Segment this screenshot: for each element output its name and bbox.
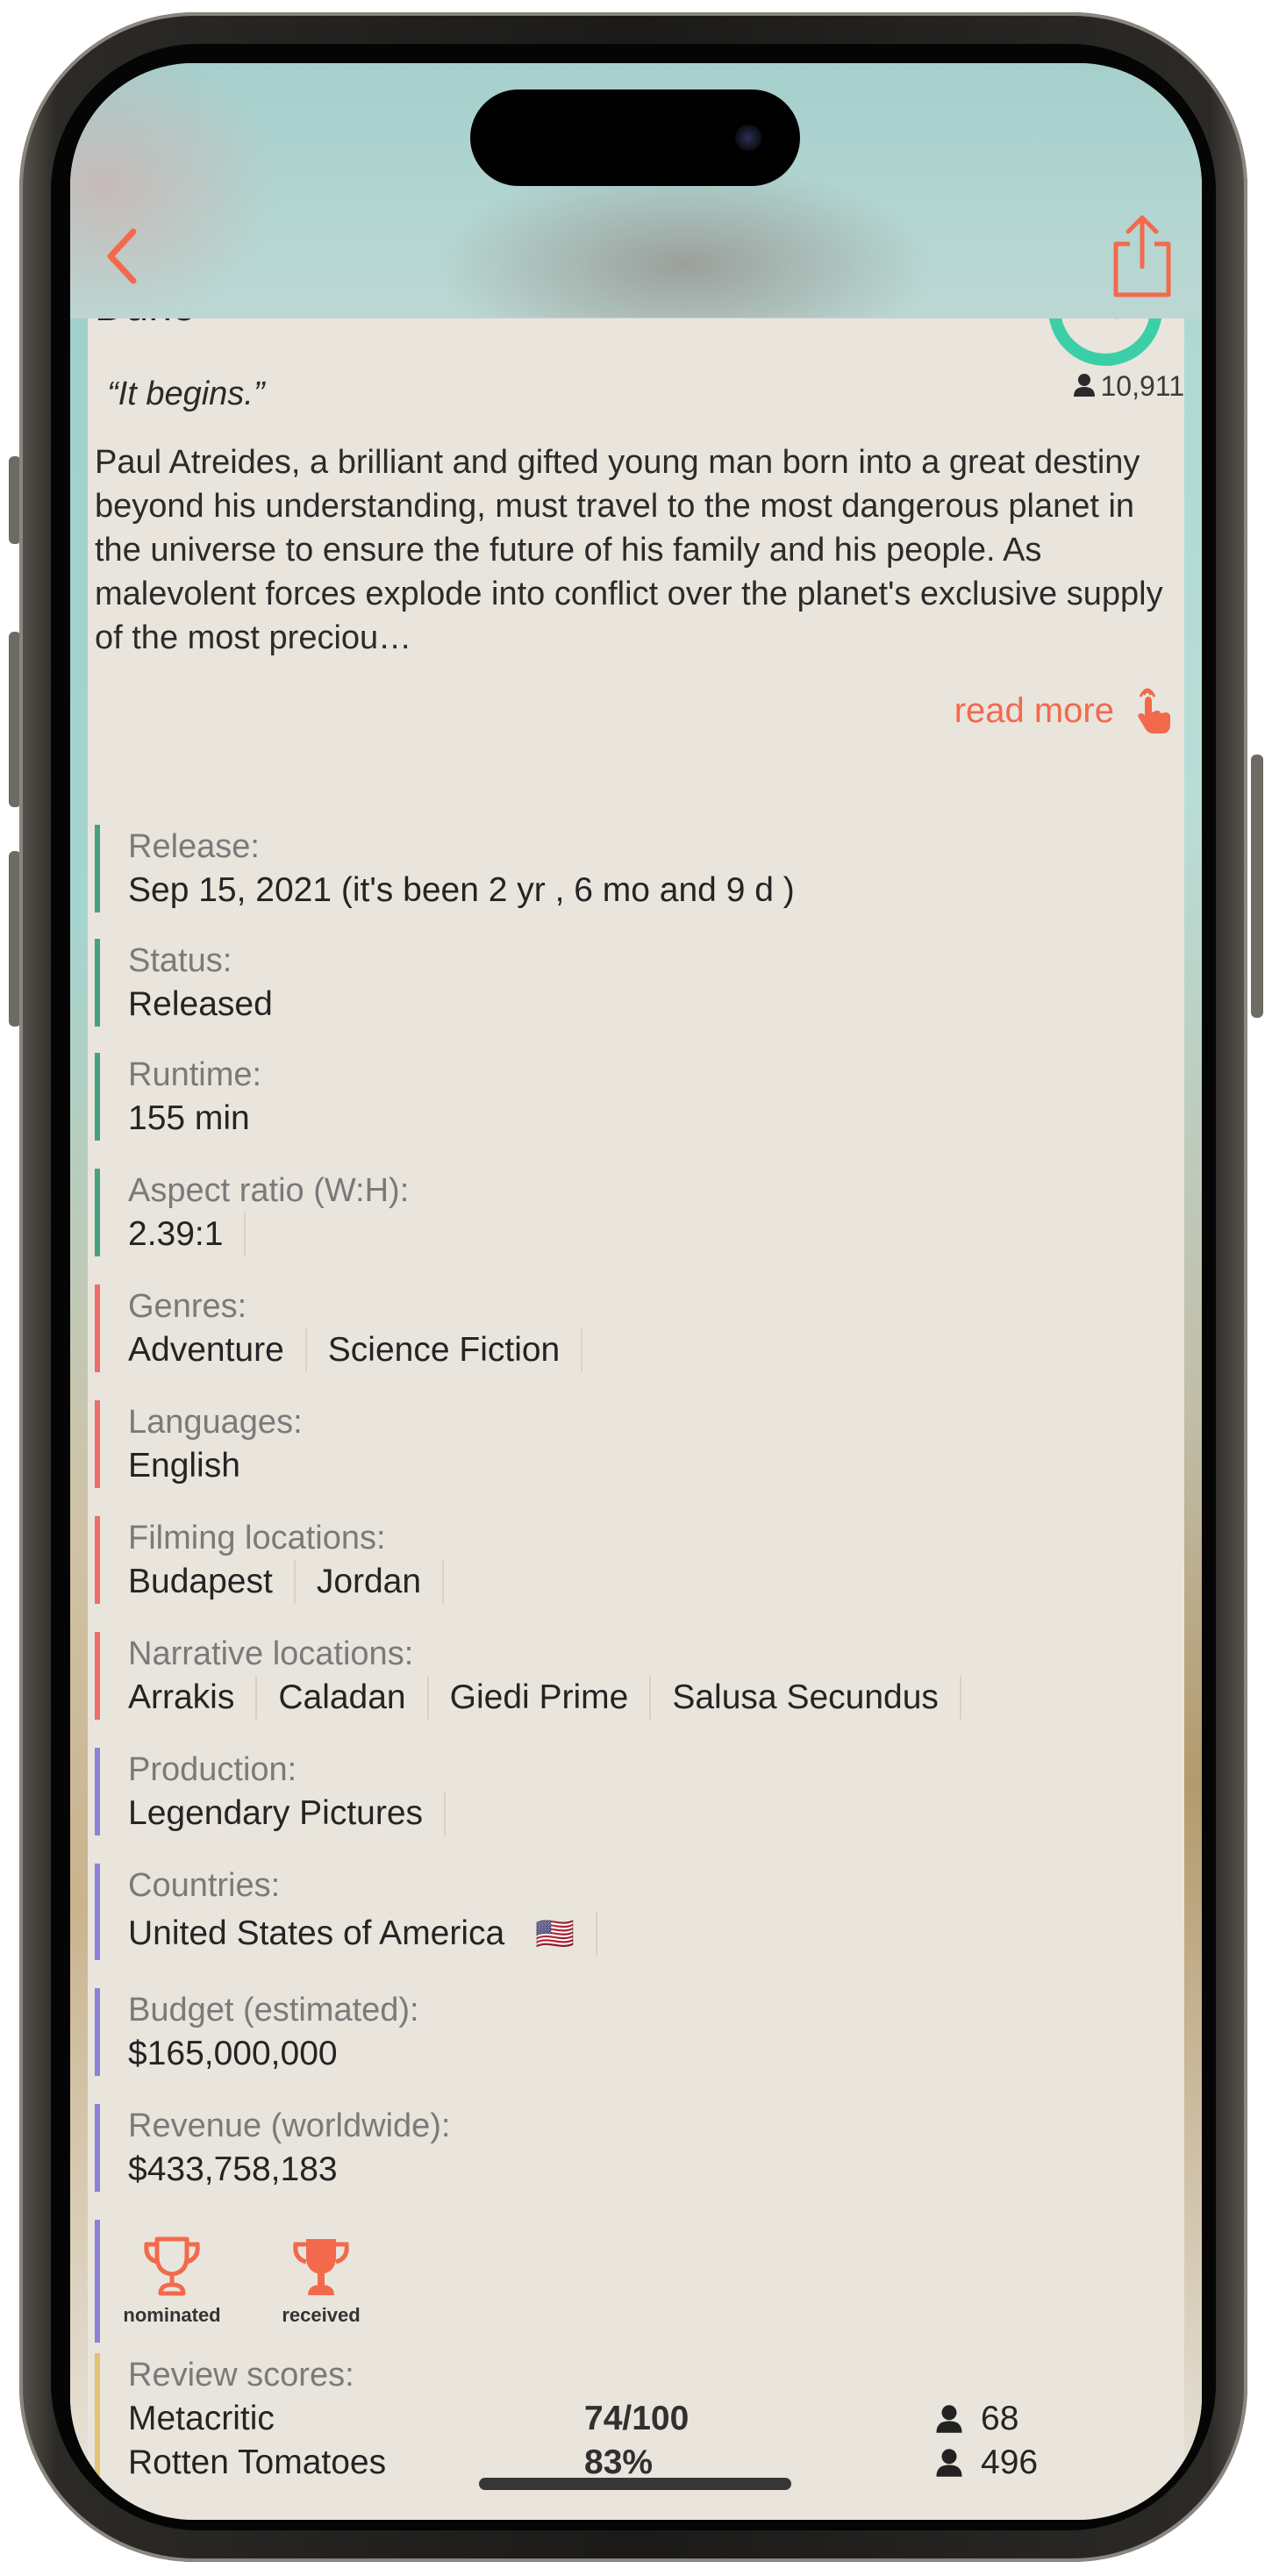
- trophy-filled-icon: [293, 2239, 349, 2295]
- production-section: Production: Legendary Pictures: [95, 1748, 1202, 1835]
- narrative-location-chip[interactable]: Arrakis: [128, 1676, 258, 1720]
- aspect-ratio-chip: 2.39:1: [128, 1213, 247, 1256]
- aspect-ratio-label: Aspect ratio (W:H):: [128, 1172, 410, 1209]
- narrative-locations-section: Narrative locations: Arrakis Caladan Gie…: [95, 1632, 1202, 1720]
- revenue-value: $433,758,183: [128, 2150, 338, 2188]
- trophy-outline-icon: [144, 2236, 200, 2296]
- filming-locations-label: Filming locations:: [128, 1520, 386, 1556]
- status-section: Status: Released: [95, 939, 1202, 1027]
- person-icon: [936, 2405, 962, 2433]
- review-score-value: 74/100: [584, 2400, 690, 2437]
- narrative-location-chip[interactable]: Caladan: [257, 1676, 429, 1720]
- runtime-section: Runtime: 155 min: [95, 1053, 1202, 1141]
- runtime-value: 155 min: [128, 1099, 250, 1137]
- share-button[interactable]: [1107, 212, 1177, 300]
- dynamic-island: [470, 89, 800, 186]
- review-source-name: Metacritic: [128, 2400, 275, 2437]
- review-scores-section: Review scores: Metacritic 74/100 68 Rott…: [95, 2353, 1202, 2485]
- movie-detail-content[interactable]: Dune “It begins.” 7.8 10,911 Paul Atreid…: [70, 63, 1202, 2520]
- us-flag-icon: 🇺🇸: [535, 1915, 575, 1951]
- countries-section: Countries: United States of America 🇺🇸: [95, 1864, 1202, 1960]
- awards-nominated-label: nominated: [123, 2304, 221, 2326]
- filming-location-chip[interactable]: Jordan: [296, 1560, 445, 1604]
- movie-tagline: “It begins.”: [107, 376, 265, 412]
- back-button[interactable]: [96, 221, 149, 291]
- vote-count-value: 10,911: [1100, 370, 1185, 402]
- budget-section: Budget (estimated): $165,000,000: [95, 1988, 1202, 2076]
- review-count-value: 68: [981, 2400, 1019, 2437]
- country-name: United States of America: [128, 1914, 505, 1952]
- release-value: Sep 15, 2021 (it's been 2 yr , 6 mo and …: [128, 871, 795, 909]
- review-scores-label: Review scores:: [128, 2357, 354, 2394]
- filming-locations-section: Filming locations: Budapest Jordan: [95, 1516, 1202, 1604]
- home-indicator[interactable]: [479, 2478, 791, 2490]
- revenue-section: Revenue (worldwide): $433,758,183: [95, 2104, 1202, 2192]
- screen: Dune “It begins.” 7.8 10,911 Paul Atreid…: [70, 63, 1202, 2520]
- budget-value: $165,000,000: [128, 2035, 338, 2072]
- budget-label: Budget (estimated):: [128, 1992, 419, 2029]
- aspect-ratio-section: Aspect ratio (W:H): 2.39:1: [95, 1169, 1202, 1256]
- narrative-locations-label: Narrative locations:: [128, 1635, 414, 1672]
- power-button: [1251, 755, 1263, 1018]
- countries-label: Countries:: [128, 1867, 281, 1904]
- share-icon: [1113, 215, 1171, 297]
- narrative-location-chip[interactable]: Giedi Prime: [429, 1676, 652, 1720]
- review-count: 68: [935, 2397, 1018, 2441]
- person-icon: [936, 2449, 962, 2477]
- production-label: Production:: [128, 1751, 297, 1788]
- genre-chip[interactable]: Adventure: [128, 1328, 307, 1372]
- runtime-label: Runtime:: [128, 1056, 262, 1093]
- filming-location-chip[interactable]: Budapest: [128, 1560, 296, 1604]
- movie-overview: Paul Atreides, a brilliant and gifted yo…: [95, 444, 1163, 656]
- hand-tap-icon: [1138, 688, 1170, 733]
- genres-section: Genres: Adventure Science Fiction: [95, 1284, 1202, 1372]
- languages-value: English: [128, 1447, 240, 1485]
- production-company-chip[interactable]: Legendary Pictures: [128, 1792, 447, 1835]
- person-icon: [1073, 374, 1095, 397]
- country-chip[interactable]: United States of America 🇺🇸: [128, 1912, 597, 1956]
- review-count-value: 496: [981, 2444, 1039, 2481]
- chevron-left-icon: [107, 228, 137, 284]
- vote-count: 10,911: [1044, 370, 1184, 403]
- genres-label: Genres:: [128, 1288, 247, 1325]
- read-more-button[interactable]: read more: [954, 686, 1177, 735]
- front-camera: [735, 125, 761, 151]
- release-section: Release: Sep 15, 2021 (it's been 2 yr , …: [95, 825, 1202, 912]
- read-more-label: read more: [954, 691, 1114, 730]
- genre-chip[interactable]: Science Fiction: [307, 1328, 583, 1372]
- awards-nominated-button[interactable]: nominated: [123, 2236, 221, 2327]
- review-score-row[interactable]: Metacritic 74/100 68: [128, 2397, 1202, 2441]
- status-label: Status:: [128, 942, 232, 979]
- languages-label: Languages:: [128, 1404, 303, 1441]
- status-value: Released: [128, 985, 273, 1023]
- review-count: 496: [935, 2441, 1038, 2485]
- revenue-label: Revenue (worldwide):: [128, 2107, 451, 2144]
- release-label: Release:: [128, 828, 260, 865]
- awards-section: nominated received: [95, 2220, 1202, 2343]
- narrative-location-chip[interactable]: Salusa Secundus: [651, 1676, 961, 1720]
- awards-received-button[interactable]: received: [277, 2236, 365, 2327]
- languages-section: Languages: English: [95, 1400, 1202, 1488]
- awards-received-label: received: [282, 2304, 361, 2326]
